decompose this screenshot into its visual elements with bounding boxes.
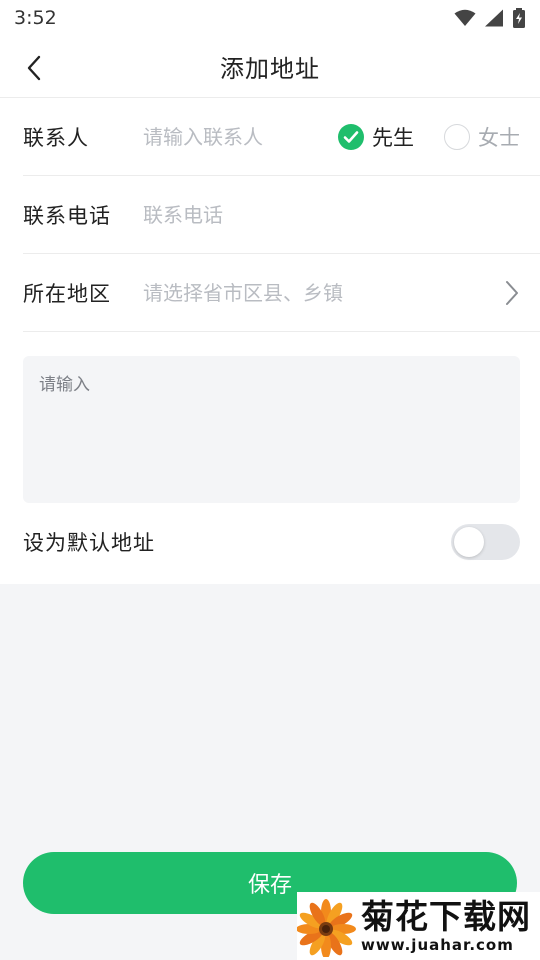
gender-label-female: 女士	[478, 126, 520, 150]
battery-icon	[513, 8, 525, 28]
address-form: 联系人 先生 女士 联系电话	[0, 98, 540, 584]
unchecked-radio-icon	[444, 124, 470, 150]
default-address-toggle[interactable]	[451, 524, 520, 560]
divider	[23, 331, 540, 332]
phone-row: 联系电话	[0, 176, 540, 254]
watermark: 菊花下载网 www.juahar.com	[297, 892, 540, 960]
phone-input[interactable]	[143, 203, 483, 227]
watermark-title: 菊花下载网	[361, 897, 531, 936]
region-row[interactable]: 所在地区	[0, 254, 540, 332]
status-bar: 3:52	[0, 0, 540, 36]
region-label: 所在地区	[23, 282, 111, 306]
watermark-text: 菊花下载网 www.juahar.com	[361, 897, 531, 955]
wifi-icon	[454, 9, 476, 26]
gender-selector: 先生 女士	[338, 98, 520, 176]
region-input[interactable]	[143, 281, 473, 305]
flower-logo-icon	[297, 899, 356, 957]
contact-row: 联系人 先生 女士	[0, 98, 540, 176]
gender-option-male[interactable]: 先生	[338, 122, 414, 152]
gender-option-female[interactable]: 女士	[444, 122, 520, 152]
contact-label: 联系人	[23, 126, 89, 150]
screen: 3:52 添加地址 联系人 请输入联系人 先生 女士 联系电话 联系电话 所在地…	[0, 0, 540, 960]
address-detail-textarea[interactable]	[23, 356, 520, 503]
status-time: 3:52	[14, 7, 57, 29]
header: 添加地址	[0, 36, 540, 98]
back-button[interactable]	[14, 48, 54, 88]
status-icons	[454, 8, 526, 28]
phone-label: 联系电话	[23, 204, 111, 228]
contact-input[interactable]	[143, 125, 323, 149]
default-address-label: 设为默认地址	[23, 531, 155, 555]
chevron-left-icon	[27, 55, 41, 81]
default-address-row: 设为默认地址	[0, 506, 540, 578]
checked-radio-icon	[338, 124, 364, 150]
gender-label-male: 先生	[372, 126, 414, 150]
cellular-signal-icon	[485, 9, 503, 27]
page-title: 添加地址	[220, 55, 320, 83]
toggle-knob	[454, 527, 484, 557]
watermark-url: www.juahar.com	[361, 936, 514, 954]
chevron-right-icon	[506, 281, 518, 305]
